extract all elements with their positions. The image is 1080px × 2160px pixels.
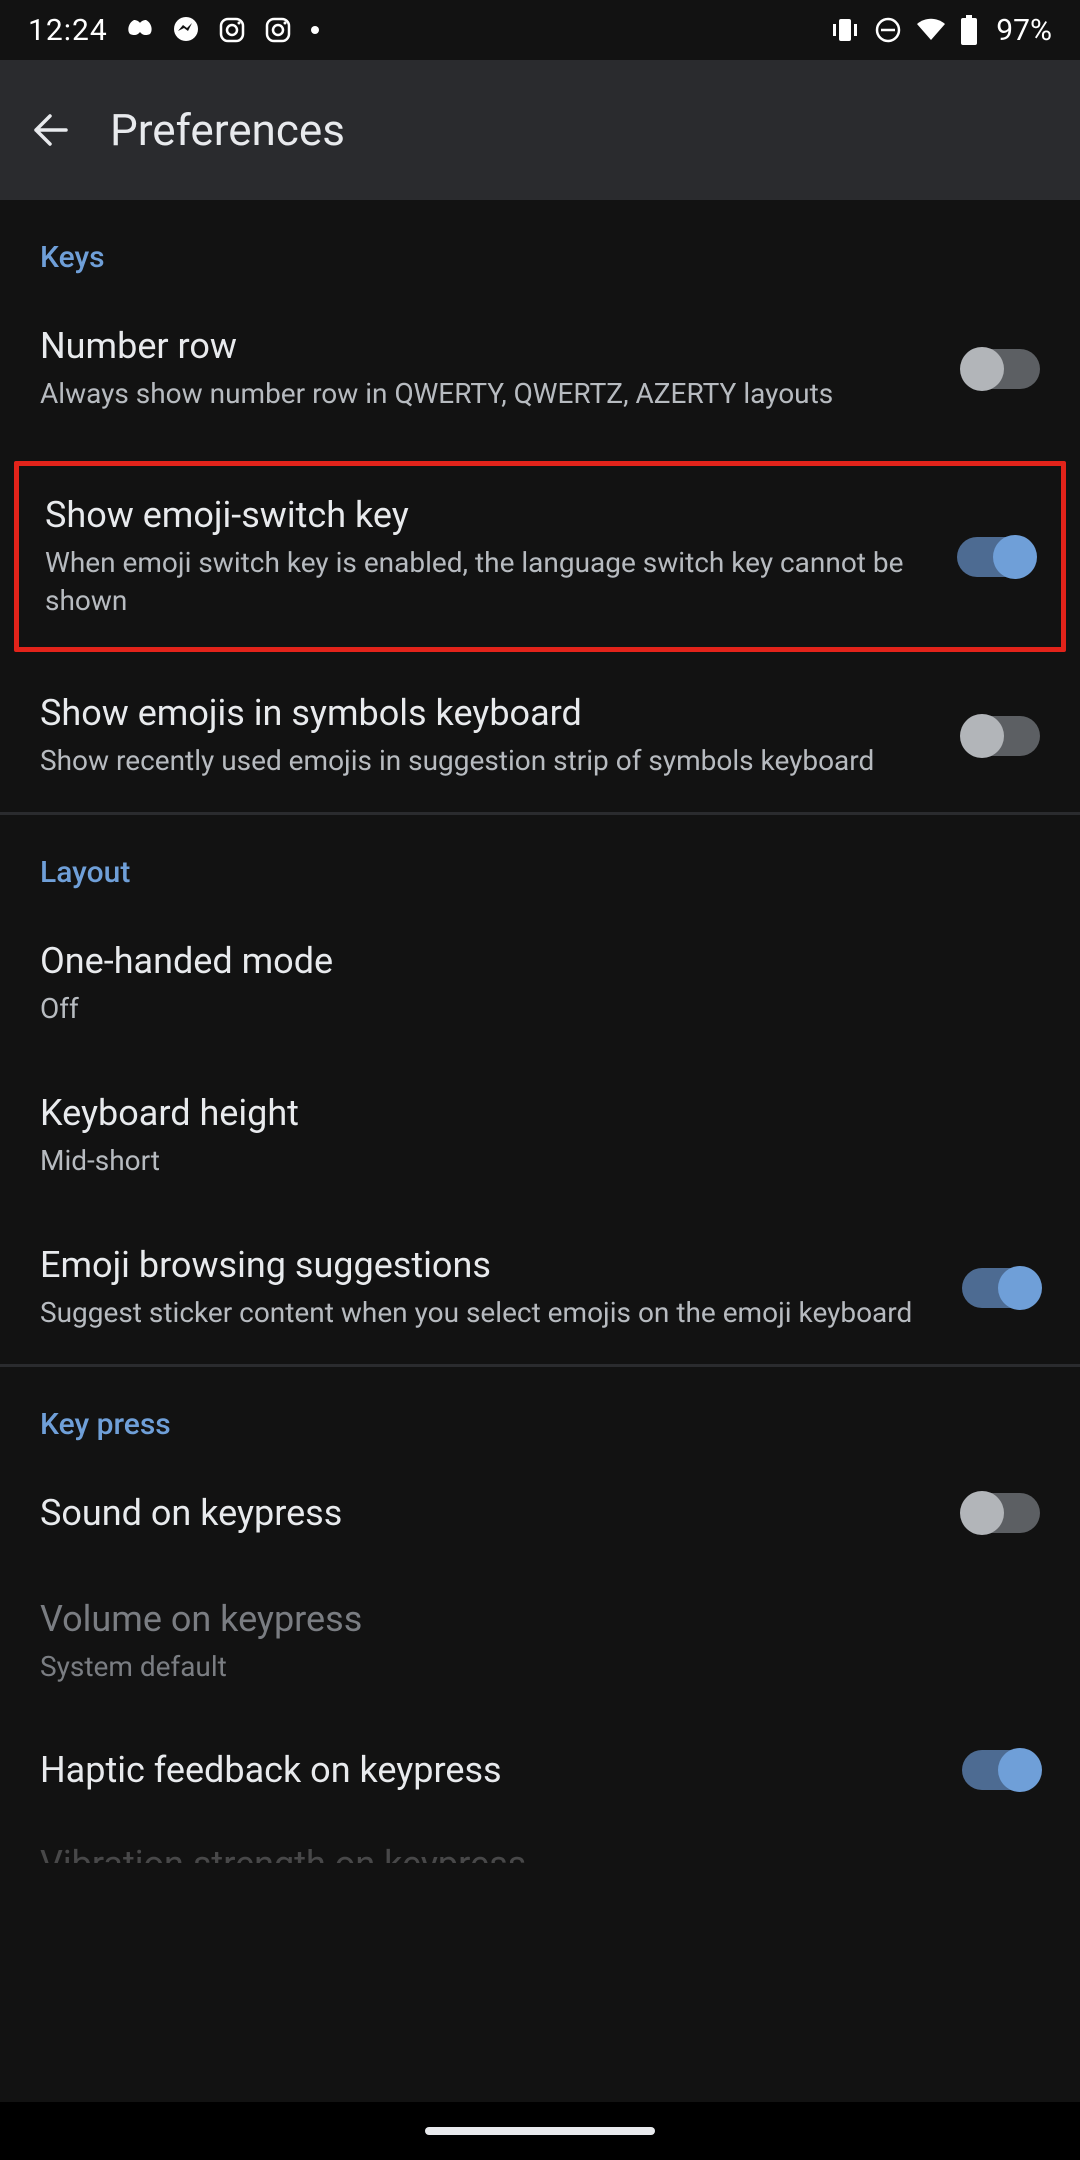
highlight-box: Show emoji-switch key When emoji switch … (14, 461, 1066, 653)
toggle-emojis-symbols[interactable] (962, 716, 1040, 756)
row-title: Sound on keypress (40, 1492, 938, 1534)
row-subtitle: Always show number row in QWERTY, QWERTZ… (40, 375, 938, 413)
toggle-haptic-keypress[interactable] (962, 1750, 1040, 1790)
row-one-handed[interactable]: One-handed mode Off (0, 908, 1080, 1060)
row-emoji-switch[interactable]: Show emoji-switch key When emoji switch … (19, 466, 1061, 648)
instagram-icon (264, 16, 292, 44)
row-volume-keypress: Volume on keypress System default (0, 1566, 1080, 1718)
row-title: Keyboard height (40, 1092, 1040, 1134)
row-subtitle: System default (40, 1648, 1040, 1686)
row-title: Emoji browsing suggestions (40, 1244, 938, 1286)
row-vibration-strength[interactable]: Vibration strength on keypress (0, 1823, 1080, 1863)
nav-bar (0, 2102, 1080, 2160)
wifi-icon (916, 18, 946, 42)
row-haptic-keypress[interactable]: Haptic feedback on keypress (0, 1717, 1080, 1823)
row-subtitle: Mid-short (40, 1142, 1040, 1180)
vibrate-icon (830, 16, 860, 44)
section-header-layout: Layout (0, 815, 1080, 908)
row-keyboard-height[interactable]: Keyboard height Mid-short (0, 1060, 1080, 1212)
app-bar: Preferences (0, 60, 1080, 200)
nav-pill[interactable] (425, 2127, 655, 2135)
messenger-icon (172, 16, 200, 44)
row-title: Haptic feedback on keypress (40, 1749, 938, 1791)
row-sound-keypress[interactable]: Sound on keypress (0, 1460, 1080, 1566)
toggle-number-row[interactable] (962, 349, 1040, 389)
row-subtitle: Off (40, 990, 1040, 1028)
row-title: Show emojis in symbols keyboard (40, 692, 938, 734)
row-title: Number row (40, 325, 938, 367)
row-subtitle: Suggest sticker content when you select … (40, 1294, 938, 1332)
row-title: Vibration strength on keypress (40, 1843, 1040, 1863)
status-bar: 12:24 (0, 0, 1080, 60)
toggle-emoji-switch[interactable] (957, 537, 1035, 577)
content: Keys Number row Always show number row i… (0, 200, 1080, 2102)
row-title: One-handed mode (40, 940, 1040, 982)
row-subtitle: When emoji switch key is enabled, the la… (45, 544, 933, 620)
page-title: Preferences (110, 104, 345, 156)
instagram-icon (218, 16, 246, 44)
dot-icon (310, 25, 320, 35)
back-icon[interactable] (30, 110, 70, 150)
status-battery-pct: 97% (996, 13, 1052, 48)
row-number-row[interactable]: Number row Always show number row in QWE… (0, 293, 1080, 445)
status-clock: 12:24 (28, 13, 108, 48)
toggle-sound-keypress[interactable] (962, 1493, 1040, 1533)
section-header-keypress: Key press (0, 1367, 1080, 1460)
section-header-keys: Keys (0, 200, 1080, 293)
row-title: Show emoji-switch key (45, 494, 933, 536)
row-subtitle: Show recently used emojis in suggestion … (40, 742, 938, 780)
toggle-emoji-browse[interactable] (962, 1268, 1040, 1308)
battery-icon (960, 15, 978, 45)
row-emojis-symbols[interactable]: Show emojis in symbols keyboard Show rec… (0, 660, 1080, 812)
leaf-icon (126, 18, 154, 42)
row-emoji-browse[interactable]: Emoji browsing suggestions Suggest stick… (0, 1212, 1080, 1364)
row-title: Volume on keypress (40, 1598, 1040, 1640)
dnd-icon (874, 16, 902, 44)
